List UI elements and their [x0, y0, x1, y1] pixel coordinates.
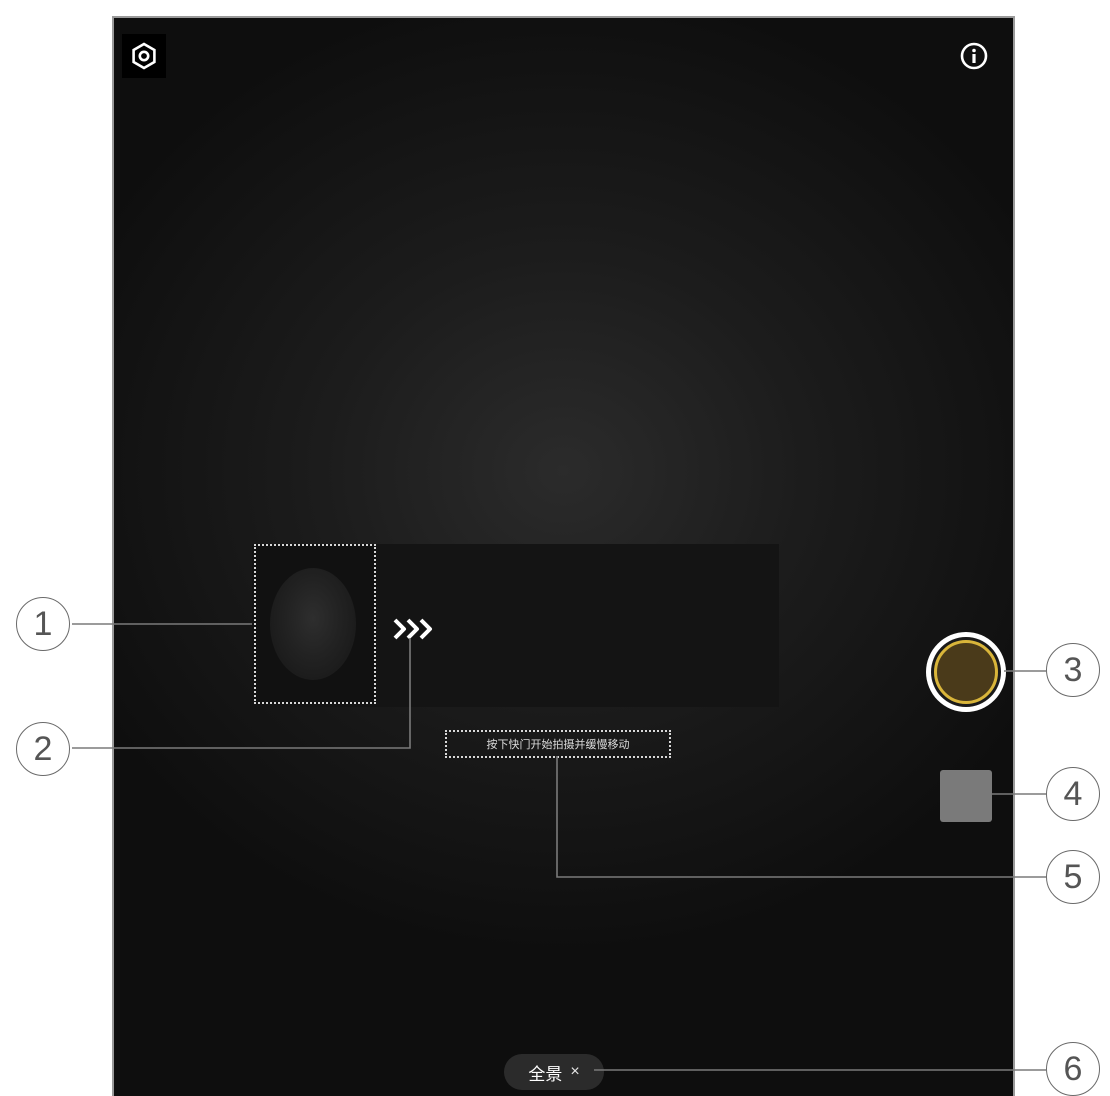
close-icon[interactable]: ×	[570, 1063, 579, 1081]
panorama-preview-frame	[254, 544, 376, 704]
shutter-ring	[931, 637, 1001, 707]
callout-4: 4	[1046, 767, 1100, 821]
panorama-mode-chip[interactable]: 全景 ×	[504, 1054, 604, 1090]
gallery-thumbnail[interactable]	[940, 770, 992, 822]
info-icon	[960, 42, 988, 70]
direction-arrows-icon	[393, 618, 432, 640]
callout-1: 1	[16, 597, 70, 651]
mode-label: 全景	[528, 1064, 563, 1084]
callout-5: 5	[1046, 850, 1100, 904]
camera-screen: 按下快门开始拍摄并缓慢移动 全景 ×	[112, 16, 1015, 1096]
gear-icon	[132, 42, 156, 70]
info-button[interactable]	[952, 34, 996, 78]
preview-image	[270, 568, 356, 680]
callout-3: 3	[1046, 643, 1100, 697]
shutter-inner	[934, 640, 998, 704]
callout-2: 2	[16, 722, 70, 776]
callout-6: 6	[1046, 1042, 1100, 1096]
panorama-hint-text: 按下快门开始拍摄并缓慢移动	[445, 730, 671, 758]
shutter-button[interactable]	[926, 632, 1006, 712]
settings-button[interactable]	[122, 34, 166, 78]
